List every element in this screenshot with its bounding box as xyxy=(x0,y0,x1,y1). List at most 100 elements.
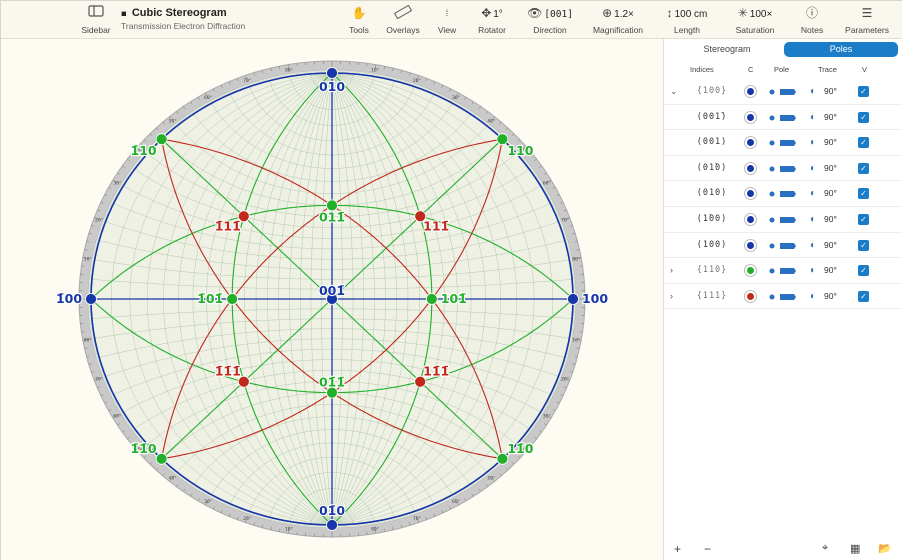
ring-tick-label: 80° xyxy=(84,337,92,343)
length-control[interactable]: ↕ 100 cm Length xyxy=(657,5,717,35)
col-indices[interactable]: Indices xyxy=(690,65,714,74)
ring-tick-label: 70° xyxy=(561,217,569,223)
pole-row[interactable]: › {110} ◐ 90° ✓ xyxy=(664,258,902,284)
pole-marker[interactable] xyxy=(425,293,438,305)
visible-checkbox[interactable]: ✓ xyxy=(858,290,869,302)
visible-checkbox[interactable]: ✓ xyxy=(858,137,869,149)
chevron-down-icon[interactable]: ⌄ xyxy=(670,86,678,97)
rotator-control[interactable]: ✥ 1° Rotator xyxy=(469,5,515,35)
trace-style-icon[interactable]: ◐ xyxy=(810,163,816,174)
tab-stereogram[interactable]: Stereogram xyxy=(670,42,784,57)
pole-indices: (100) xyxy=(696,239,728,250)
pole-color-well[interactable] xyxy=(744,289,757,303)
pole-indices: (001̄) xyxy=(696,111,728,122)
pole-color-well[interactable] xyxy=(744,187,757,201)
pole-style-icon[interactable] xyxy=(768,87,798,97)
ring-tick-label: 40° xyxy=(487,119,495,125)
col-trace[interactable]: Trace xyxy=(818,65,837,74)
chevron-right-icon[interactable]: › xyxy=(670,291,673,301)
pole-marker[interactable] xyxy=(155,452,168,465)
pole-color-well[interactable] xyxy=(744,85,757,98)
trace-style-icon[interactable]: ◐ xyxy=(810,112,816,123)
visible-checkbox[interactable]: ✓ xyxy=(858,188,869,200)
ring-tick-label: 70° xyxy=(95,377,103,383)
trace-style-icon[interactable]: ◐ xyxy=(810,291,816,302)
pole-row[interactable]: ⌄ {100} ◐ 90° ✓ xyxy=(664,79,902,105)
sidebar-button[interactable]: Sidebar xyxy=(79,5,113,35)
trace-style-icon[interactable]: ◐ xyxy=(810,214,816,225)
pole-color-well[interactable] xyxy=(744,212,757,226)
pole-indices: (001) xyxy=(696,137,728,148)
visible-checkbox[interactable]: ✓ xyxy=(858,111,869,123)
target-icon[interactable]: ⌖ xyxy=(822,542,828,555)
pole-style-icon[interactable] xyxy=(768,292,798,302)
pole-style-icon[interactable] xyxy=(768,189,798,199)
info-icon: ⓘ xyxy=(805,6,818,20)
pole-row[interactable]: (010) ◐ 90° ✓ xyxy=(664,181,902,207)
ring-tick-label: 70° xyxy=(413,516,421,522)
remove-pole-button[interactable]: − xyxy=(704,542,711,556)
pole-color-well[interactable] xyxy=(744,264,757,278)
pole-row[interactable]: (1̄00) ◐ 90° ✓ xyxy=(664,207,902,233)
pole-marker[interactable] xyxy=(496,452,509,465)
col-color[interactable]: C xyxy=(748,65,753,74)
pole-label: 1̄10 xyxy=(131,143,157,158)
notes-button[interactable]: ⓘ Notes xyxy=(795,5,829,35)
trace-style-icon[interactable]: ◐ xyxy=(810,188,816,199)
pole-color-well[interactable] xyxy=(744,238,757,252)
pole-color-well[interactable] xyxy=(744,161,757,175)
ring-tick-label: 70° xyxy=(243,78,251,84)
pole-marker[interactable] xyxy=(155,133,168,146)
view-button[interactable]: ⁞ View xyxy=(433,5,461,35)
pole-label: 11̄1̄ xyxy=(423,364,449,379)
col-visible[interactable]: V xyxy=(862,65,867,74)
pole-row[interactable]: › {111} ◐ 90° ✓ xyxy=(664,284,902,310)
ring-tick-label: 80° xyxy=(371,526,379,532)
visible-checkbox[interactable]: ✓ xyxy=(858,213,869,225)
pole-color-well[interactable] xyxy=(744,136,757,150)
pole-row[interactable]: (001) ◐ 90° ✓ xyxy=(664,130,902,156)
pole-marker[interactable] xyxy=(567,293,579,305)
pole-indices: {100} xyxy=(696,86,728,96)
grid-icon[interactable]: ▦ xyxy=(850,542,860,555)
overlays-button[interactable]: Overlays xyxy=(381,4,425,35)
saturation-control[interactable]: ✳ 100× Saturation xyxy=(727,5,783,35)
stereogram-canvas[interactable]: 10° 20° 30° 40° 50° 60° 70° 80° 10° 20° 30° 40° 50° 6… xyxy=(1,39,663,560)
visible-checkbox[interactable]: ✓ xyxy=(858,265,869,277)
trace-angle: 90° xyxy=(824,111,837,122)
visible-checkbox[interactable]: ✓ xyxy=(858,86,869,97)
stereogram-svg[interactable]: 10° 20° 30° 40° 50° 60° 70° 80° 10° 20° 30° 40° 50° 6… xyxy=(1,39,663,560)
pole-row[interactable]: (100) ◐ 90° ✓ xyxy=(664,233,902,259)
pole-marker[interactable] xyxy=(326,67,338,79)
folder-icon[interactable]: 📂 xyxy=(878,542,892,555)
direction-control[interactable]: 👁 [001] Direction xyxy=(521,5,579,35)
pole-row[interactable]: (01̄0) ◐ 90° ✓ xyxy=(664,156,902,182)
pole-row[interactable]: (001̄) ◐ 90° ✓ xyxy=(664,105,902,131)
col-pole[interactable]: Pole xyxy=(774,65,789,74)
trace-style-icon[interactable]: ◐ xyxy=(810,240,816,251)
pole-color-well[interactable] xyxy=(744,110,757,124)
chevron-right-icon[interactable]: › xyxy=(670,265,673,275)
tools-button[interactable]: ✋ Tools xyxy=(343,5,375,35)
pole-style-icon[interactable] xyxy=(768,215,798,225)
pole-marker[interactable] xyxy=(226,293,239,305)
ring-tick-label: 50° xyxy=(169,119,177,125)
pole-marker[interactable] xyxy=(326,519,338,531)
ring-tick-label: 20° xyxy=(95,217,103,223)
add-pole-button[interactable]: + xyxy=(674,542,681,556)
trace-style-icon[interactable]: ◐ xyxy=(810,86,816,97)
magnification-control[interactable]: ⊕ 1.2× Magnification xyxy=(587,5,649,35)
pole-style-icon[interactable] xyxy=(768,138,798,148)
pole-marker[interactable] xyxy=(496,133,509,146)
tab-poles[interactable]: Poles xyxy=(784,42,898,57)
trace-style-icon[interactable]: ◐ xyxy=(810,265,816,276)
pole-marker[interactable] xyxy=(85,293,97,305)
pole-style-icon[interactable] xyxy=(768,164,798,174)
visible-checkbox[interactable]: ✓ xyxy=(858,239,869,251)
parameters-button[interactable]: ☰ Parameters xyxy=(839,5,895,35)
trace-style-icon[interactable]: ◐ xyxy=(810,137,816,148)
pole-style-icon[interactable] xyxy=(768,266,798,276)
pole-style-icon[interactable] xyxy=(768,113,798,123)
pole-style-icon[interactable] xyxy=(768,241,798,251)
visible-checkbox[interactable]: ✓ xyxy=(858,162,869,174)
